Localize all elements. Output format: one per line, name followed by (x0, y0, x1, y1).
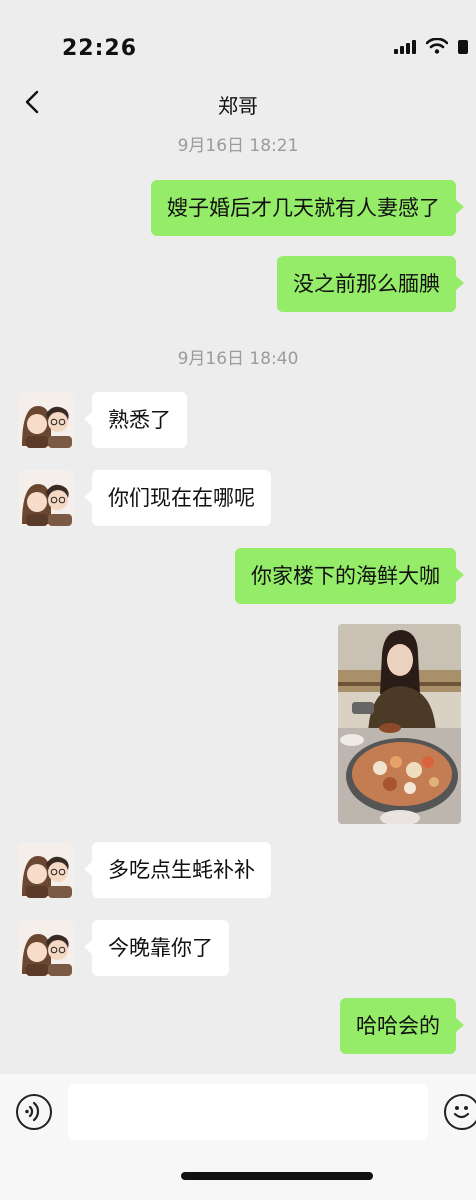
emoji-button[interactable] (444, 1094, 476, 1130)
status-bar: 22:26 (0, 0, 476, 80)
couple-avatar-icon (18, 392, 74, 448)
avatar[interactable] (18, 470, 74, 526)
status-icons (394, 38, 468, 54)
wifi-icon (426, 38, 448, 54)
incoming-message[interactable]: 熟悉了 (84, 392, 187, 448)
couple-avatar-icon (18, 842, 74, 898)
outgoing-message[interactable]: 嫂子婚后才几天就有人妻感了 (151, 180, 464, 236)
chat-header: 郑哥 (0, 80, 476, 126)
voice-icon (25, 1101, 40, 1122)
outgoing-message[interactable]: 哈哈会的 (340, 998, 464, 1054)
timestamp: 9月16日 18:21 (177, 136, 299, 156)
outgoing-message[interactable]: 你家楼下的海鲜大咖 (235, 548, 464, 604)
restaurant-photo-image (338, 624, 461, 824)
avatar[interactable] (18, 842, 74, 898)
chat-title: 郑哥 (218, 94, 258, 118)
photo-message[interactable] (338, 624, 461, 824)
outgoing-message[interactable]: 没之前那么腼腆 (277, 256, 464, 312)
avatar[interactable] (18, 920, 74, 976)
incoming-message[interactable]: 多吃点生蚝补补 (84, 842, 271, 898)
incoming-message[interactable]: 你们现在在哪呢 (84, 470, 271, 526)
couple-avatar-icon (18, 470, 74, 526)
avatar[interactable] (18, 392, 74, 448)
emoji-icon (453, 1106, 470, 1119)
couple-avatar-icon (18, 920, 74, 976)
status-time: 22:26 (62, 36, 138, 61)
timestamp: 9月16日 18:40 (177, 349, 299, 369)
signal-icon (394, 40, 416, 54)
voice-button[interactable] (16, 1094, 52, 1130)
incoming-message[interactable]: 今晚靠你了 (84, 920, 229, 976)
input-bar (0, 1074, 476, 1200)
battery-icon (458, 40, 468, 54)
home-indicator (181, 1172, 373, 1180)
message-input[interactable] (68, 1084, 428, 1140)
